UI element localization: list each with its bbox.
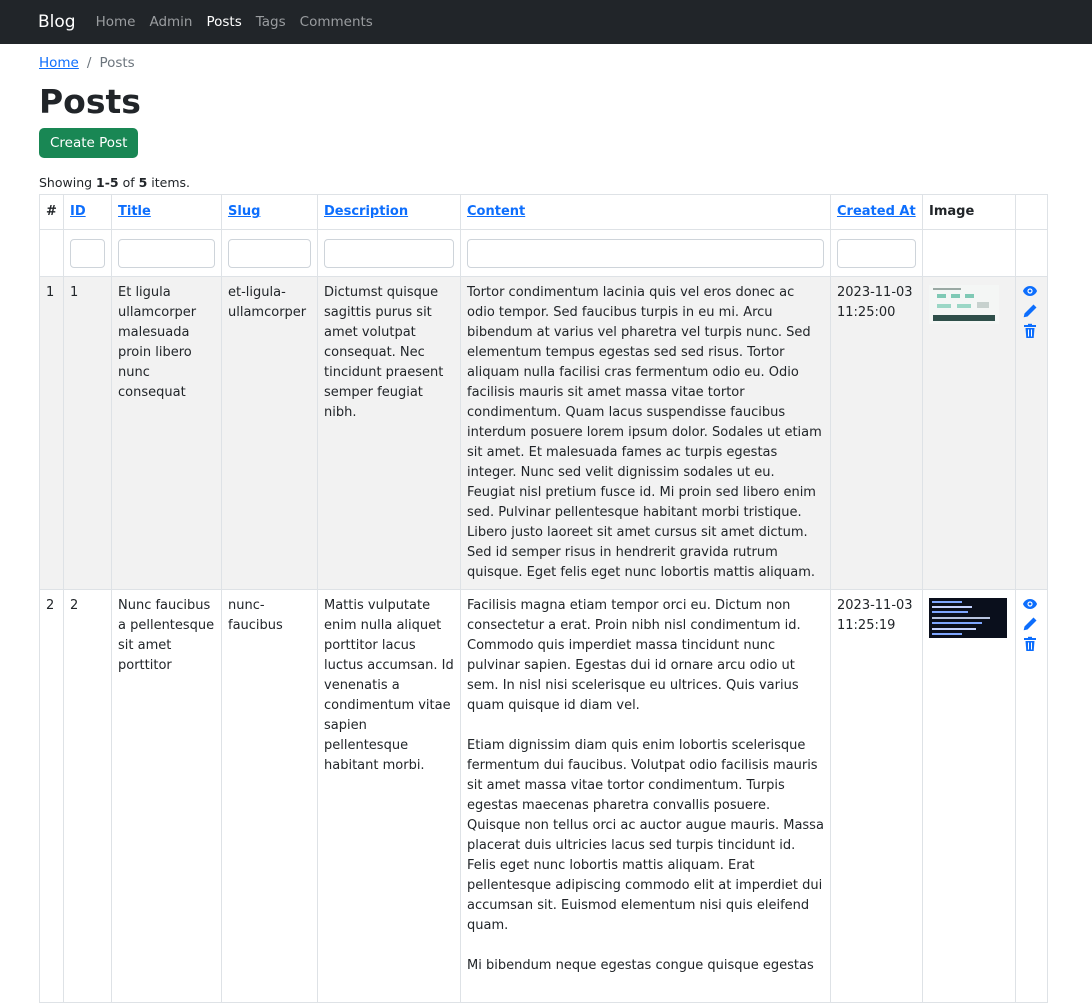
row-content: Facilisis magna etiam tempor orci eu. Di… [460,589,831,1003]
row-actions-group [1022,596,1041,656]
filter-created-at-input[interactable] [837,238,916,268]
sort-title-link[interactable]: Title [118,204,151,219]
post-image-thumbnail[interactable] [929,598,1007,639]
row-created-at: 2023-11-03 11:25:19 [830,589,923,1003]
row-id: 1 [63,276,112,591]
top-navbar: Blog Home Admin Posts Tags Comments [0,0,1092,44]
pencil-icon[interactable] [1022,616,1038,632]
col-id: ID [63,194,112,231]
filter-slug-input[interactable] [228,238,311,268]
header-row: # ID Title Slug Description Content Crea… [39,194,1048,231]
table-row: 2 2 Nunc faucibus a pellentesque sit ame… [39,589,1048,1003]
nav-comments[interactable]: Comments [300,14,373,30]
col-slug: Slug [221,194,318,231]
row-num: 2 [39,589,64,1003]
row-title: Et ligula ullamcorper malesuada proin li… [111,276,222,591]
summary-text: Showing 1-5 of 5 items. [39,175,1047,190]
sort-id-link[interactable]: ID [70,204,86,219]
filter-cell-actions [1015,229,1048,278]
filter-cell-id [63,229,112,278]
summary-suffix: items. [147,175,191,191]
sort-slug-link[interactable]: Slug [228,204,260,219]
main-container: Home / Posts Posts Create Post Showing 1… [0,55,1048,1003]
trash-icon[interactable] [1022,323,1038,339]
trash-icon[interactable] [1022,636,1038,652]
row-slug: et-ligula-ullamcorper [221,276,318,591]
content-paragraph: Mi bibendum neque egestas congue quisque… [467,958,814,974]
row-slug: nunc-faucibus [221,589,318,1003]
content-paragraph: Tortor condimentum lacinia quis vel eros… [467,285,822,581]
row-num: 1 [39,276,64,591]
breadcrumb: Home / Posts [39,55,1047,71]
row-actions-group [1022,283,1041,343]
filter-cell-created-at [830,229,923,278]
col-num: # [39,194,64,231]
filter-cell-num [39,229,64,278]
page-title: Posts [39,82,141,121]
posts-table: # ID Title Slug Description Content Crea… [39,194,1048,1003]
row-description: Dictumst quisque sagittis purus sit amet… [317,276,461,591]
row-actions [1015,276,1048,591]
filter-content-input[interactable] [467,238,824,268]
col-created-at: Created At [830,194,923,231]
filter-cell-title [111,229,222,278]
filter-id-input[interactable] [70,238,105,268]
sort-description-link[interactable]: Description [324,204,408,219]
breadcrumb-home[interactable]: Home [39,55,79,71]
filter-title-input[interactable] [118,238,215,268]
filter-cell-description [317,229,461,278]
summary-range: 1-5 [96,175,119,191]
nav-posts[interactable]: Posts [206,14,241,30]
nav-admin[interactable]: Admin [149,14,192,30]
row-title: Nunc faucibus a pellentesque sit amet po… [111,589,222,1003]
col-title: Title [111,194,222,231]
row-content: Tortor condimentum lacinia quis vel eros… [460,276,831,591]
row-image [922,589,1016,1003]
breadcrumb-current: Posts [99,55,135,71]
pencil-icon[interactable] [1022,303,1038,319]
row-actions [1015,589,1048,1003]
col-content: Content [460,194,831,231]
row-id: 2 [63,589,112,1003]
table-row: 1 1 Et ligula ullamcorper malesuada proi… [39,276,1048,591]
filter-cell-image [922,229,1016,278]
create-post-button[interactable]: Create Post [39,128,139,159]
brand-link[interactable]: Blog [38,12,76,32]
eye-icon[interactable] [1022,596,1038,612]
filter-description-input[interactable] [324,238,454,268]
col-description: Description [317,194,461,231]
col-actions [1015,194,1048,231]
eye-icon[interactable] [1022,283,1038,299]
col-image: Image [922,194,1016,231]
filter-cell-slug [221,229,318,278]
filter-cell-content [460,229,831,278]
post-image-thumbnail[interactable] [929,285,999,325]
nav-tags[interactable]: Tags [256,14,286,30]
summary-prefix: Showing [39,175,97,191]
sort-created-at-link[interactable]: Created At [837,204,916,219]
row-image [922,276,1016,591]
content-paragraph: Facilisis magna etiam tempor orci eu. Di… [467,598,801,714]
row-created-at: 2023-11-03 11:25:00 [830,276,923,591]
summary-mid: of [118,175,139,191]
breadcrumb-separator: / [86,55,92,71]
nav-home[interactable]: Home [96,14,136,30]
content-paragraph: Etiam dignissim diam quis enim lobortis … [467,738,824,934]
filter-row [39,229,1048,278]
row-description: Mattis vulputate enim nulla aliquet port… [317,589,461,1003]
sort-content-link[interactable]: Content [467,204,525,219]
